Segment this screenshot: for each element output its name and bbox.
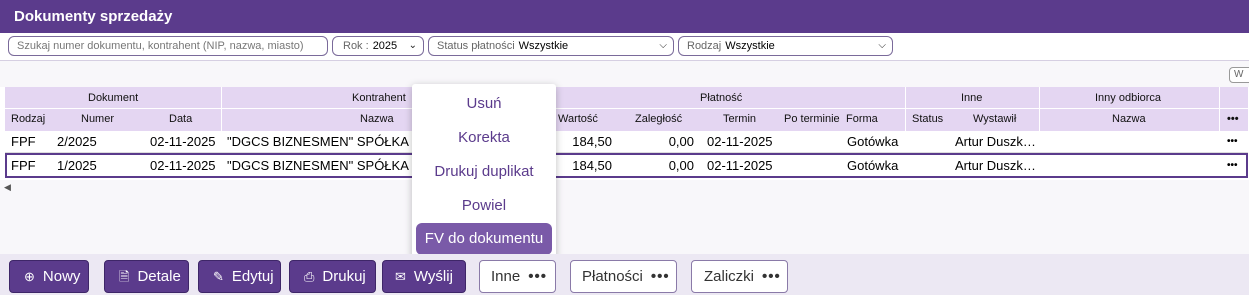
cell-rodzaj: FPF: [11, 158, 36, 173]
toolbar-strip: W: [0, 61, 1249, 87]
row-options-button[interactable]: •••: [1227, 160, 1238, 171]
group-kontrahent: Kontrahent: [352, 92, 406, 104]
chevron-down-icon: ⌄: [408, 40, 417, 51]
new-button[interactable]: ⊕ Nowy: [9, 260, 89, 293]
header-divider: [5, 108, 1248, 109]
envelope-icon: ✉: [395, 269, 406, 284]
table-row-selected[interactable]: FPF 1/2025 02-11-2025 "DGCS BIZNESMEN" S…: [5, 153, 1248, 178]
cell-termin: 02-11-2025: [707, 158, 773, 173]
menu-item-drukuj-duplikat[interactable]: Drukuj duplikat: [412, 163, 556, 180]
details-button[interactable]: 🗎 Detale: [104, 260, 189, 293]
payment-status-label: Status płatności: [437, 40, 515, 52]
col-odbiorca-nazwa[interactable]: Nazwa: [1112, 113, 1146, 125]
grid-header: Dokument Kontrahent Płatność Inne Inny o…: [5, 87, 1248, 131]
search-placeholder: Szukaj numer dokumentu, kontrahent (NIP,…: [17, 40, 304, 52]
year-value: 2025: [372, 40, 398, 52]
more-icon: •••: [762, 268, 781, 285]
advances-button[interactable]: Zaliczki •••: [691, 260, 788, 293]
plus-circle-icon: ⊕: [24, 269, 35, 284]
col-termin[interactable]: Termin: [723, 113, 756, 125]
group-dokument: Dokument: [88, 92, 139, 104]
more-icon: •••: [528, 268, 547, 285]
new-button-label: Nowy: [42, 268, 81, 285]
w-button[interactable]: W: [1229, 67, 1249, 83]
chevron-down-icon: ⌵: [878, 40, 886, 51]
col-status[interactable]: Status: [912, 113, 943, 125]
col-rodzaj[interactable]: Rodzaj: [11, 113, 45, 125]
col-nazwa[interactable]: Nazwa: [360, 113, 394, 125]
edit-button-label: Edytuj: [231, 268, 274, 285]
cell-numer: 2/2025: [57, 134, 97, 149]
group-inny-odbiorca: Inny odbiorca: [1095, 92, 1162, 104]
context-menu: Usuń Korekta Drukuj duplikat Powiel FV d…: [412, 84, 556, 259]
payment-status-select[interactable]: Status płatności Wszystkie ⌵: [428, 36, 674, 56]
other-button[interactable]: Inne •••: [479, 260, 556, 293]
other-button-label: Inne: [491, 268, 521, 285]
table-row[interactable]: FPF 2/2025 02-11-2025 "DGCS BIZNESMEN" S…: [5, 131, 1248, 153]
column-divider: [1039, 87, 1040, 131]
payments-button-label: Płatności: [582, 268, 643, 285]
cell-nazwa: "DGCS BIZNESMEN" SPÓŁKA Z: [227, 134, 420, 149]
advances-button-label: Zaliczki: [704, 268, 755, 285]
col-wystawil[interactable]: Wystawił: [973, 113, 1016, 125]
cell-wystawil: Artur Duszk…: [955, 158, 1036, 173]
payment-status-value: Wszystkie: [518, 40, 569, 52]
cell-wartosc: 184,50: [572, 158, 612, 173]
printer-icon: ⎙: [304, 269, 315, 284]
col-wartosc[interactable]: Wartość: [558, 113, 598, 125]
bottom-toolbar: ⊕ Nowy 🗎 Detale ✎ Edytuj ⎙ Drukuj ✉ Wyślij In…: [0, 254, 1249, 295]
send-button-label: Wyślij: [413, 268, 453, 285]
col-po-terminie[interactable]: Po terminie: [784, 113, 840, 125]
cell-wystawil: Artur Duszk…: [955, 134, 1036, 149]
col-numer[interactable]: Numer: [81, 113, 114, 125]
scroll-left-icon[interactable]: ◀: [4, 182, 11, 193]
cell-forma: Gotówka: [847, 158, 899, 173]
col-forma[interactable]: Forma: [846, 113, 878, 125]
page-title: Dokumenty sprzedaży: [14, 8, 173, 25]
search-input[interactable]: Szukaj numer dokumentu, kontrahent (NIP,…: [8, 36, 328, 56]
payments-button[interactable]: Płatności •••: [570, 260, 677, 293]
column-divider: [221, 87, 222, 131]
send-button[interactable]: ✉ Wyślij: [382, 260, 466, 293]
menu-item-powiel[interactable]: Powiel: [412, 197, 556, 214]
group-inne: Inne: [961, 92, 983, 104]
title-bar: Dokumenty sprzedaży: [0, 0, 1249, 33]
group-platnosc: Płatność: [700, 92, 743, 104]
filter-bar: Szukaj numer dokumentu, kontrahent (NIP,…: [0, 33, 1249, 61]
cell-forma: Gotówka: [847, 134, 899, 149]
column-options-button[interactable]: •••: [1227, 113, 1239, 125]
chevron-down-icon: ⌵: [659, 40, 667, 51]
cell-data: 02-11-2025: [150, 134, 216, 149]
cell-rodzaj: FPF: [11, 134, 36, 149]
row-options-button[interactable]: •••: [1227, 136, 1238, 147]
menu-item-fv-do-dokumentu[interactable]: FV do dokumentu: [416, 223, 552, 255]
column-divider: [1219, 87, 1220, 131]
cell-wartosc: 184,50: [572, 134, 612, 149]
print-button-label: Drukuj: [322, 268, 366, 285]
details-button-label: Detale: [137, 268, 181, 285]
year-select[interactable]: Rok :2025 ⌄: [332, 36, 424, 56]
print-button[interactable]: ⎙ Drukuj: [289, 260, 376, 293]
edit-button[interactable]: ✎ Edytuj: [198, 260, 281, 293]
type-select[interactable]: Rodzaj Wszystkie ⌵: [678, 36, 893, 56]
type-label: Rodzaj: [687, 40, 722, 52]
cell-termin: 02-11-2025: [707, 134, 773, 149]
cell-numer: 1/2025: [57, 158, 97, 173]
cell-zaleglosc: 0,00: [668, 158, 694, 173]
year-label: Rok :: [343, 40, 369, 52]
more-icon: •••: [650, 268, 670, 285]
cell-nazwa: "DGCS BIZNESMEN" SPÓŁKA Z: [227, 158, 420, 173]
col-zaleglosc[interactable]: Zaległość: [635, 113, 682, 125]
edit-icon: ✎: [213, 269, 224, 284]
col-data[interactable]: Data: [169, 113, 192, 125]
cell-data: 02-11-2025: [150, 158, 216, 173]
document-icon: 🗎: [119, 269, 130, 284]
menu-item-usun[interactable]: Usuń: [412, 95, 556, 112]
cell-zaleglosc: 0,00: [668, 134, 694, 149]
type-value: Wszystkie: [725, 40, 775, 52]
column-divider: [905, 87, 906, 131]
menu-item-korekta[interactable]: Korekta: [412, 129, 556, 146]
grid-empty-area: [0, 180, 1249, 254]
